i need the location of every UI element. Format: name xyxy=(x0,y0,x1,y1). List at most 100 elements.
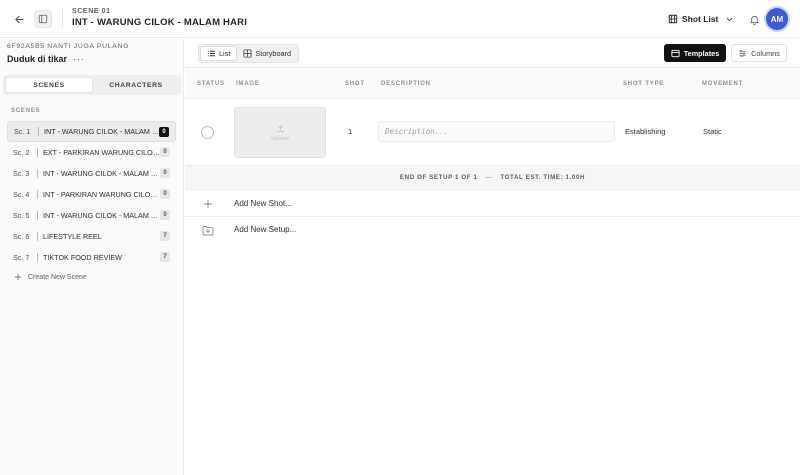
top-header: SCENE 01 INT - WARUNG CILOK - MALAM HARI… xyxy=(0,0,800,38)
film-icon xyxy=(668,14,678,24)
scene-title: INT - WARUNG CILOK - MALAM HARI xyxy=(72,17,248,28)
description-input[interactable] xyxy=(378,121,615,142)
project-code: 6F92A5B5 NANTI JUGA PULANG xyxy=(7,43,130,50)
scene-number: Sc. 5 xyxy=(13,211,30,220)
grid-icon xyxy=(243,49,252,58)
column-header-status: STATUS xyxy=(197,81,225,87)
header-divider xyxy=(62,10,63,28)
scene-separator xyxy=(37,169,38,178)
scene-name: INT - WARUNG CILOK - MALAM HARI xyxy=(44,127,162,136)
bell-icon xyxy=(749,15,759,25)
scene-name: INT - WARUNG CILOK - MALAM HARI xyxy=(43,169,161,178)
status-checkbox[interactable] xyxy=(201,126,214,139)
total-est-time: TOTAL EST. TIME: 1.00H xyxy=(500,174,586,181)
column-header-image: IMAGE xyxy=(236,81,260,87)
scene-item[interactable]: Sc. 4 INT - PARKIRAN WARUNG CILOK - MALA… xyxy=(7,184,176,205)
column-header-movement: MOVEMENT xyxy=(702,81,744,87)
scene-separator xyxy=(37,190,38,199)
shot-number: 1 xyxy=(348,127,353,136)
scene-name: LIFESTYLE REEL xyxy=(43,232,102,241)
column-header-shot: SHOT xyxy=(345,81,365,87)
tab-characters[interactable]: CHARACTERS xyxy=(93,77,179,93)
scene-shot-count: 0 xyxy=(160,189,170,199)
scene-number: Sc. 4 xyxy=(13,190,30,199)
scene-name: EXT - PARKIRAN WARUNG CILOK - MALAM HARI xyxy=(43,148,161,157)
add-new-setup-label: Add New Setup... xyxy=(234,225,297,234)
view-toggle: List Storyboard xyxy=(198,44,300,63)
scene-list: Sc. 1 INT - WARUNG CILOK - MALAM HARI 0 … xyxy=(7,121,176,268)
project-more-button[interactable]: ··· xyxy=(73,54,85,64)
table-row: Upload 1 Establishing Static xyxy=(185,99,800,164)
table-header: STATUS IMAGE SHOT DESCRIPTION SHOT TYPE … xyxy=(185,69,800,99)
add-new-shot-button[interactable]: Add New Shot... xyxy=(185,191,800,217)
scene-number: Sc. 3 xyxy=(13,169,30,178)
scene-separator xyxy=(37,253,38,262)
scene-separator xyxy=(37,211,38,220)
list-icon xyxy=(207,50,216,57)
templates-button[interactable]: Templates xyxy=(664,44,726,62)
list-view-button[interactable]: List xyxy=(200,46,238,61)
scene-item[interactable]: Sc. 1 INT - WARUNG CILOK - MALAM HARI 0 xyxy=(7,121,176,142)
columns-button[interactable]: Columns xyxy=(731,44,787,62)
scene-item[interactable]: Sc. 2 EXT - PARKIRAN WARUNG CILOK - MALA… xyxy=(7,142,176,163)
add-new-setup-button[interactable]: Add New Setup... xyxy=(185,217,800,243)
view-toolbar: List Storyboard Templates Columns xyxy=(185,39,800,68)
list-view-label: List xyxy=(219,49,231,58)
chevron-down-icon xyxy=(727,17,733,21)
project-name-row: Duduk di tikar ··· xyxy=(7,54,85,64)
setup-summary-bar: END OF SETUP 1 OF 1 — TOTAL EST. TIME: 1… xyxy=(185,165,800,190)
scene-name: INT - PARKIRAN WARUNG CILOK - MALAM HARI xyxy=(43,190,161,199)
scene-item[interactable]: Sc. 7 TIKTOK FOOD REVIEW 7 xyxy=(7,247,176,268)
scene-name: TIKTOK FOOD REVIEW xyxy=(43,253,122,262)
scene-sidebar: 6F92A5B5 NANTI JUGA PULANG Duduk di tika… xyxy=(0,39,184,475)
template-icon xyxy=(671,49,680,57)
scene-name: INT - WARUNG CILOK - MALAM HARI xyxy=(43,211,161,220)
shotlist-dropdown[interactable]: Shot List xyxy=(668,11,734,27)
column-header-shot-type: SHOT TYPE xyxy=(623,81,665,87)
setup-end-label: END OF SETUP 1 OF 1 xyxy=(399,174,478,181)
scene-number: Sc. 1 xyxy=(14,127,31,136)
sliders-icon xyxy=(739,49,746,57)
image-upload-dropzone[interactable]: Upload xyxy=(234,107,326,158)
folder-plus-icon xyxy=(202,224,214,236)
arrow-left-icon xyxy=(14,15,24,23)
scene-item[interactable]: Sc. 3 INT - WARUNG CILOK - MALAM HARI 0 xyxy=(7,163,176,184)
scene-number: Sc. 2 xyxy=(13,148,30,157)
shotlist-label: Shot List xyxy=(682,14,719,24)
scenes-section-label: SCENES xyxy=(11,108,41,114)
add-new-shot-label: Add New Shot... xyxy=(234,199,292,208)
plus-icon xyxy=(14,273,22,281)
project-name: Duduk di tikar xyxy=(7,54,68,64)
scene-item[interactable]: Sc. 6 LIFESTYLE REEL 7 xyxy=(7,226,176,247)
shot-type-value[interactable]: Establishing xyxy=(625,127,665,136)
user-avatar[interactable]: AM xyxy=(766,8,788,30)
scene-shot-count: 0 xyxy=(159,127,169,137)
scene-item[interactable]: Sc. 5 INT - WARUNG CILOK - MALAM HARI 0 xyxy=(7,205,176,226)
tab-scenes[interactable]: SCENES xyxy=(5,77,93,93)
scene-kicker: SCENE 01 xyxy=(72,8,111,15)
scene-shot-count: 7 xyxy=(160,252,170,262)
sidebar-panel-icon xyxy=(38,14,48,24)
setup-footer-dash: — xyxy=(485,174,493,181)
plus-icon xyxy=(202,198,214,210)
create-new-scene-label: Create New Scene xyxy=(28,273,87,281)
upload-icon xyxy=(276,124,284,132)
movement-value[interactable]: Static xyxy=(703,127,722,136)
create-new-scene-button[interactable]: Create New Scene xyxy=(14,273,87,281)
column-header-description: DESCRIPTION xyxy=(381,81,431,87)
scene-separator xyxy=(38,127,39,136)
templates-label: Templates xyxy=(683,48,720,58)
storyboard-view-label: Storyboard xyxy=(255,49,292,58)
sidebar-tabs: SCENES CHARACTERS xyxy=(3,75,181,95)
columns-label: Columns xyxy=(751,48,780,58)
upload-label: Upload xyxy=(271,135,289,142)
notifications-button[interactable] xyxy=(746,11,762,27)
scene-number: Sc. 6 xyxy=(13,232,30,241)
storyboard-view-button[interactable]: Storyboard xyxy=(237,46,297,61)
scene-separator xyxy=(37,148,38,157)
toggle-sidebar-button[interactable] xyxy=(34,10,52,28)
scene-separator xyxy=(37,232,38,241)
scene-shot-count: 0 xyxy=(160,168,170,178)
back-button[interactable] xyxy=(10,10,28,28)
scene-number: Sc. 7 xyxy=(13,253,30,262)
